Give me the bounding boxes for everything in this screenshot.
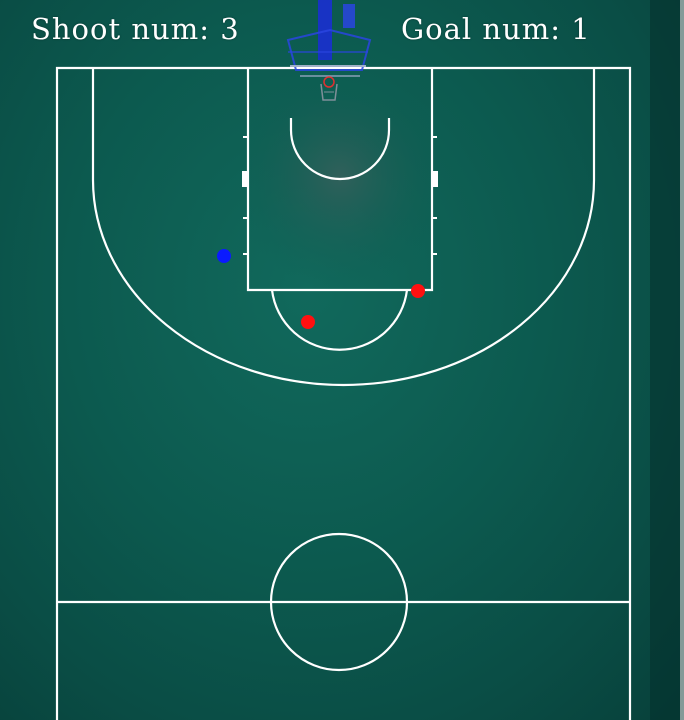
shot-marker-red-1 [411, 284, 425, 298]
goal-label: Goal num: [401, 12, 562, 46]
backboard-icon [286, 0, 372, 77]
hoop-icon [320, 76, 338, 101]
shot-marker-blue [217, 249, 231, 263]
paint-shade [250, 100, 430, 290]
lane-block [432, 171, 438, 187]
edge-shadow [650, 0, 684, 720]
goal-counter: Goal num: 1 [401, 12, 591, 46]
shoot-value: 3 [220, 12, 240, 46]
free-throw-arc [270, 289, 409, 351]
basketball-court [55, 0, 684, 720]
shot-marker-red-2 [301, 315, 315, 329]
shoot-counter: Shoot num: 3 [31, 12, 240, 46]
lane-block [242, 171, 248, 187]
edge-strip [680, 0, 684, 720]
goal-value: 1 [571, 12, 591, 46]
court-view: Shoot num: 3 Goal num: 1 [0, 0, 684, 720]
shoot-label: Shoot num: [31, 12, 210, 46]
